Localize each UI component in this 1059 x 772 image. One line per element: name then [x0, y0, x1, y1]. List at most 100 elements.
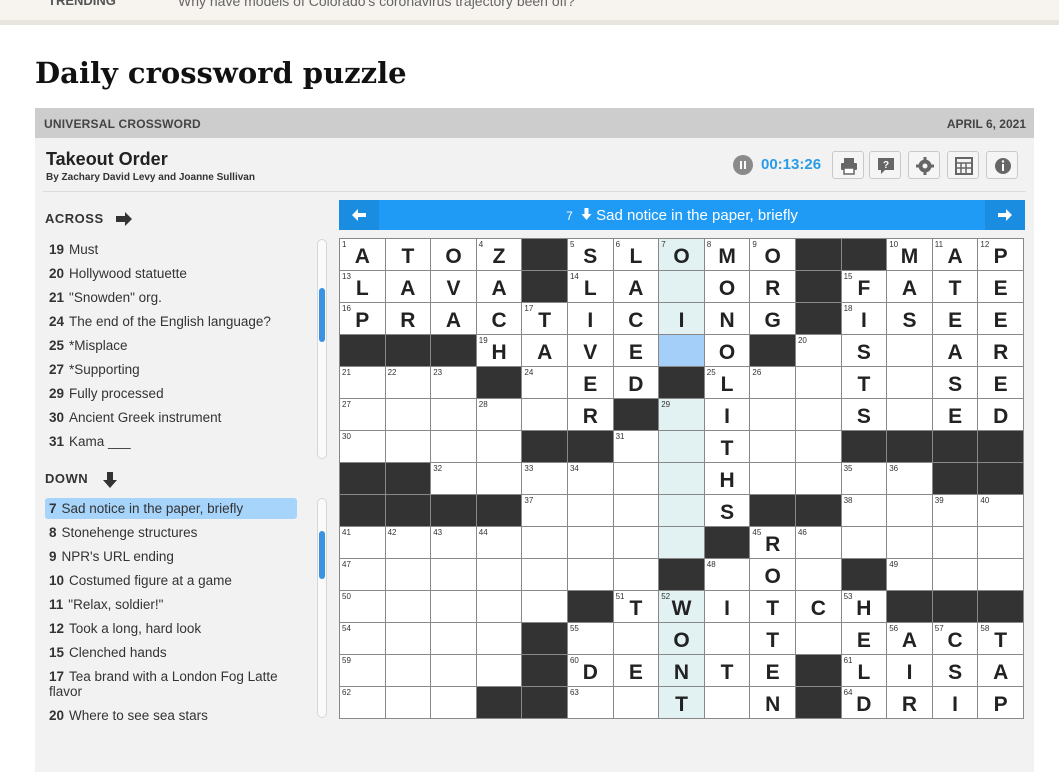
grid-cell[interactable]: [659, 463, 704, 494]
grid-cell[interactable]: 15 F: [841, 271, 887, 302]
grid-cell[interactable]: [613, 687, 659, 718]
grid-cell[interactable]: 43: [431, 527, 476, 558]
down-clue-15[interactable]: 15 Clenched hands: [45, 642, 297, 663]
grid-cell[interactable]: 64 D: [841, 687, 887, 718]
grid-cell[interactable]: R: [978, 335, 1023, 366]
grid-cell[interactable]: [795, 367, 841, 398]
grid-cell[interactable]: 34: [567, 463, 613, 494]
across-scrollbar[interactable]: [317, 239, 327, 459]
grid-cell[interactable]: 38: [841, 495, 887, 526]
grid-cell[interactable]: T: [932, 271, 978, 302]
grid-cell[interactable]: 51 T: [613, 591, 659, 622]
grid-cell[interactable]: E: [978, 303, 1023, 334]
grid-cell[interactable]: 37: [522, 495, 567, 526]
grid-cell[interactable]: O: [750, 559, 795, 590]
grid-cell[interactable]: O: [659, 623, 704, 654]
grid-cell[interactable]: N: [659, 655, 704, 686]
grid-cell[interactable]: 21: [340, 367, 385, 398]
grid-cell[interactable]: [431, 399, 476, 430]
down-clue-9[interactable]: 9 NPR's URL ending: [45, 546, 297, 567]
grid-cell[interactable]: 7O: [659, 239, 704, 270]
grid-cell[interactable]: A: [613, 271, 659, 302]
grid-cell[interactable]: 54: [340, 623, 385, 654]
grid-cell[interactable]: [887, 527, 932, 558]
grid-cell[interactable]: 36: [887, 463, 932, 494]
grid-cell[interactable]: [841, 527, 887, 558]
grid-cell[interactable]: [750, 431, 795, 462]
grid-cell[interactable]: A: [522, 335, 567, 366]
down-clue-10[interactable]: 10 Costumed figure at a game: [45, 570, 297, 591]
grid-cell[interactable]: 23: [431, 367, 476, 398]
grid-cell[interactable]: [659, 335, 704, 366]
grid-cell[interactable]: 24: [522, 367, 567, 398]
grid-cell[interactable]: 28: [476, 399, 522, 430]
across-clue-24[interactable]: 24 The end of the English language?: [45, 311, 297, 332]
down-clue-17[interactable]: 17 Tea brand with a London Fog Latte flav…: [45, 666, 297, 702]
grid-cell[interactable]: 13 L: [340, 271, 385, 302]
grid-cell[interactable]: T: [659, 687, 704, 718]
grid-cell[interactable]: E: [841, 623, 887, 654]
grid-cell[interactable]: [659, 271, 704, 302]
down-scrollbar[interactable]: [317, 498, 327, 718]
grid-cell[interactable]: E: [750, 655, 795, 686]
pause-button[interactable]: [733, 155, 753, 175]
grid-cell[interactable]: [385, 655, 431, 686]
grid-cell[interactable]: [659, 431, 704, 462]
grid-cell[interactable]: [978, 527, 1023, 558]
grid-cell[interactable]: [476, 591, 522, 622]
grid-cell[interactable]: 25 L: [704, 367, 750, 398]
grid-cell[interactable]: A: [887, 271, 932, 302]
grid-cell[interactable]: T: [704, 655, 750, 686]
grid-cell[interactable]: 59: [340, 655, 385, 686]
grid-cell[interactable]: [795, 463, 841, 494]
grid-cell[interactable]: 39: [932, 495, 978, 526]
next-clue-button[interactable]: [985, 200, 1025, 230]
grid-cell[interactable]: [750, 399, 795, 430]
grid-cell[interactable]: [659, 495, 704, 526]
grid-cell[interactable]: [887, 367, 932, 398]
grid-cell[interactable]: N: [750, 687, 795, 718]
grid-cell[interactable]: [932, 559, 978, 590]
grid-cell[interactable]: [795, 559, 841, 590]
across-clue-19[interactable]: 19 Must: [45, 239, 297, 260]
help-button[interactable]: ?: [869, 151, 901, 179]
grid-cell[interactable]: I: [567, 303, 613, 334]
grid-cell[interactable]: 14 L: [567, 271, 613, 302]
grid-cell[interactable]: 57 C: [932, 623, 978, 654]
grid-cell[interactable]: 29: [659, 399, 704, 430]
grid-cell[interactable]: S: [887, 303, 932, 334]
grid-cell[interactable]: E: [613, 335, 659, 366]
grid-cell[interactable]: A: [385, 271, 431, 302]
grid-cell[interactable]: T: [841, 367, 887, 398]
grid-cell[interactable]: [476, 623, 522, 654]
grid-cell[interactable]: 53 H: [841, 591, 887, 622]
grid-cell[interactable]: [385, 687, 431, 718]
across-clue-25[interactable]: 25 *Misplace: [45, 335, 297, 356]
grid-cell[interactable]: 5S: [567, 239, 613, 270]
across-scroll-thumb[interactable]: [319, 288, 325, 342]
grid-cell[interactable]: [613, 559, 659, 590]
grid-cell[interactable]: 30: [340, 431, 385, 462]
grid-cell[interactable]: C: [795, 591, 841, 622]
grid-cell[interactable]: [431, 559, 476, 590]
grid-cell[interactable]: [385, 591, 431, 622]
grid-cell[interactable]: I: [704, 399, 750, 430]
trending-headline-link[interactable]: Why have models of Colorado's coronaviru…: [178, 0, 575, 9]
grid-cell[interactable]: V: [567, 335, 613, 366]
down-clue-20[interactable]: 20 Where to see sea stars: [45, 705, 297, 720]
across-clue-27[interactable]: 27 *Supporting: [45, 359, 297, 380]
grid-cell[interactable]: [795, 431, 841, 462]
grid-cell[interactable]: 33: [522, 463, 567, 494]
grid-cell[interactable]: C: [613, 303, 659, 334]
grid-cell[interactable]: T: [385, 239, 431, 270]
down-clue-11[interactable]: 11 "Relax, soldier!": [45, 594, 297, 615]
grid-cell[interactable]: T: [750, 623, 795, 654]
grid-cell[interactable]: R: [567, 399, 613, 430]
down-clue-7[interactable]: 7 Sad notice in the paper, briefly: [45, 498, 297, 519]
grid-cell[interactable]: 49: [887, 559, 932, 590]
grid-cell[interactable]: [431, 431, 476, 462]
grid-cell[interactable]: D: [613, 367, 659, 398]
grid-cell[interactable]: [613, 623, 659, 654]
grid-cell[interactable]: 44: [476, 527, 522, 558]
grid-cell[interactable]: 46: [795, 527, 841, 558]
